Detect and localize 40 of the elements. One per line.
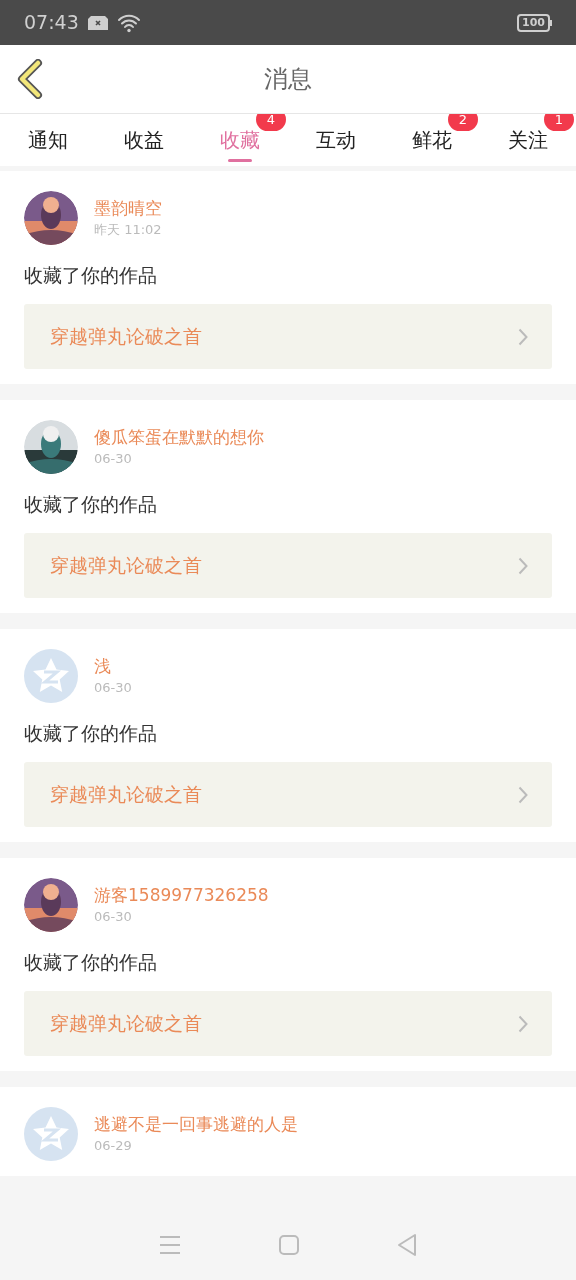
default-avatar-icon xyxy=(24,1107,78,1161)
sim-card-icon xyxy=(86,14,109,31)
message-text: 收藏了你的作品 xyxy=(24,721,158,745)
menu-icon[interactable] xyxy=(158,1235,182,1255)
page-title: 消息 xyxy=(264,64,312,95)
tab-underline xyxy=(228,159,252,162)
work-link[interactable]: 穿越弹丸论破之首 xyxy=(24,762,552,827)
back-icon[interactable] xyxy=(16,59,44,99)
wifi-icon xyxy=(116,12,141,33)
user-name[interactable]: 游客1589977326258 xyxy=(94,883,269,907)
back-navigation-icon[interactable] xyxy=(396,1233,418,1257)
message-time: 06-30 xyxy=(94,908,133,926)
tab[interactable]: 互动 xyxy=(316,114,356,166)
user-name[interactable]: 逃避不是一回事逃避的人是 xyxy=(94,1112,298,1136)
message-text: 收藏了你的作品 xyxy=(24,263,158,287)
default-avatar-icon xyxy=(24,649,78,703)
message-time: 06-30 xyxy=(94,450,133,468)
message-time: 06-29 xyxy=(94,1137,133,1155)
work-link[interactable]: 穿越弹丸论破之首 xyxy=(24,991,552,1056)
user-name[interactable]: 傻瓜笨蛋在默默的想你 xyxy=(94,425,264,449)
tab[interactable]: 通知 xyxy=(28,114,68,166)
message-time: 昨天 11:02 xyxy=(94,221,162,239)
chevron-right-icon xyxy=(518,556,528,575)
message-text: 收藏了你的作品 xyxy=(24,492,158,516)
work-link[interactable]: 穿越弹丸论破之首 xyxy=(24,533,552,598)
count-badge: 4 xyxy=(256,114,286,131)
status-time: 07:43 xyxy=(24,10,79,36)
chevron-right-icon xyxy=(518,785,528,804)
chevron-right-icon xyxy=(518,327,528,346)
battery-indicator: 100 xyxy=(517,13,552,32)
count-badge: 1 xyxy=(544,114,574,131)
tab[interactable]: 收益 xyxy=(124,114,164,166)
count-badge: 2 xyxy=(448,114,478,131)
home-icon[interactable] xyxy=(278,1234,300,1256)
chevron-right-icon xyxy=(518,1014,528,1033)
message-time: 06-30 xyxy=(94,679,132,697)
message-text: 收藏了你的作品 xyxy=(24,950,158,974)
user-name[interactable]: 浅 xyxy=(94,654,132,678)
user-name[interactable]: 墨韵晴空 xyxy=(94,196,162,220)
work-link[interactable]: 穿越弹丸论破之首 xyxy=(24,304,552,369)
